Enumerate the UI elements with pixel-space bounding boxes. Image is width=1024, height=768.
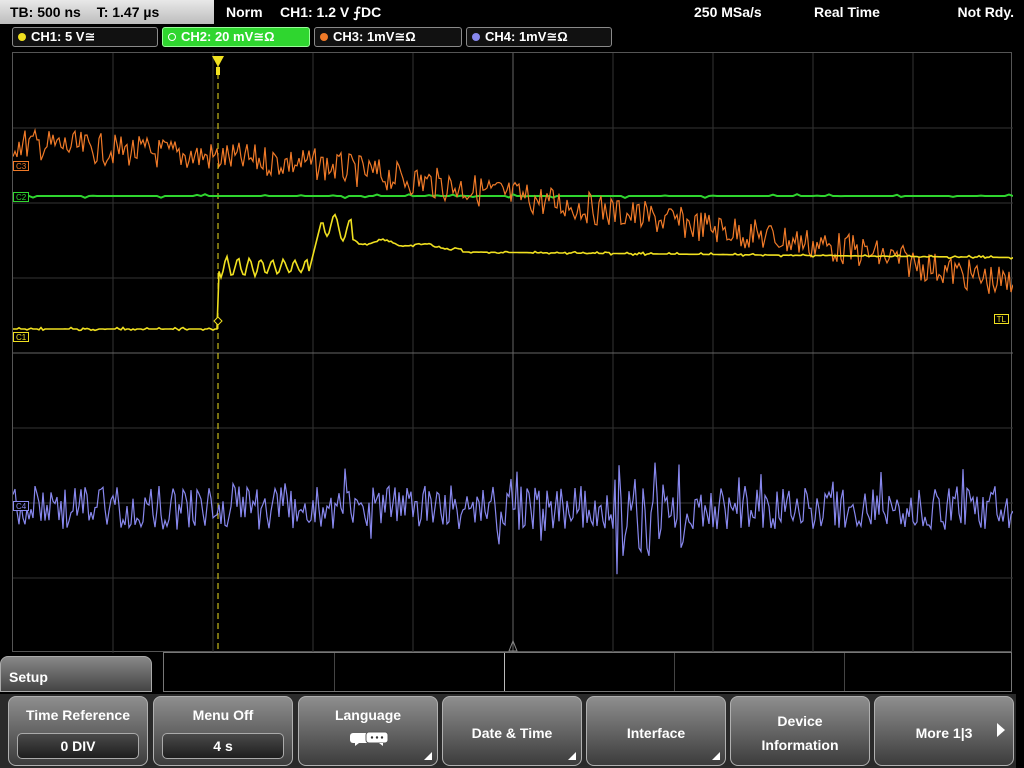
channel-4-label: CH4: 1mV≅Ω xyxy=(485,29,568,44)
menu-off-button[interactable]: Menu Off 4 s xyxy=(153,696,293,766)
date-time-button[interactable]: Date & Time xyxy=(442,696,582,766)
more-label: More 1|3 xyxy=(915,725,973,741)
speech-bubbles-icon xyxy=(350,731,389,746)
channel-1-label: CH1: 5 V≅ xyxy=(31,29,96,44)
acquisition-mode: Real Time xyxy=(814,4,880,20)
trigger-position-icon xyxy=(212,56,224,67)
sample-rate: 250 MSa/s xyxy=(694,4,762,20)
trigger-status: Not Rdy. xyxy=(957,4,1014,20)
channel-2-dot-icon xyxy=(168,33,176,41)
language-button[interactable]: Language xyxy=(298,696,438,766)
channel-3-marker[interactable]: C3 xyxy=(13,161,30,171)
next-page-arrow-icon xyxy=(997,723,1005,737)
strip-divider xyxy=(334,653,335,691)
more-button[interactable]: More 1|3 xyxy=(874,696,1014,766)
channel-4-marker[interactable]: C4 xyxy=(13,501,30,511)
submenu-indicator-icon xyxy=(424,752,432,760)
device-label-line2: Information xyxy=(761,737,839,753)
channel-2-label: CH2: 20 mV≅Ω xyxy=(181,29,275,44)
channel-4-dot-icon xyxy=(472,33,480,41)
time-reference-button[interactable]: Time Reference 0 DIV xyxy=(8,696,148,766)
channel-4-tab[interactable]: CH4: 1mV≅Ω xyxy=(466,27,612,47)
menu-off-label: Menu Off xyxy=(192,707,254,723)
trigger-level-marker[interactable]: TL xyxy=(993,314,1009,324)
channel-1-dot-icon xyxy=(18,33,26,41)
channel-1-marker[interactable]: C1 xyxy=(13,332,30,342)
interface-button[interactable]: Interface xyxy=(586,696,726,766)
strip-divider xyxy=(674,653,675,691)
waveform-plot xyxy=(13,53,1013,653)
device-label-line1: Device xyxy=(777,713,823,729)
channel-1-tab[interactable]: CH1: 5 V≅ xyxy=(12,27,158,47)
menu-title: Setup xyxy=(9,669,48,685)
channel-tabs: CH1: 5 V≅ CH2: 20 mV≅Ω CH3: 1mV≅Ω CH4: 1… xyxy=(0,26,1024,48)
date-time-label: Date & Time xyxy=(471,725,553,741)
time-reference-value: 0 DIV xyxy=(17,733,139,759)
trigger-mode[interactable]: Norm xyxy=(226,0,263,24)
channel-2-tab[interactable]: CH2: 20 mV≅Ω xyxy=(162,27,310,47)
channel-3-tab[interactable]: CH3: 1mV≅Ω xyxy=(314,27,462,47)
menu-title-tab: Setup xyxy=(0,656,152,692)
trigger-time-readout: T: 1.47 µs xyxy=(96,4,160,20)
timebase-box[interactable]: TB: 500 ns T: 1.47 µs xyxy=(0,0,214,24)
time-reference-label: Time Reference xyxy=(25,707,130,723)
graticule xyxy=(13,53,1013,653)
trigger-setting[interactable]: CH1: 1.2 V ⨍DC xyxy=(280,0,381,24)
strip-divider xyxy=(844,653,845,691)
menu-off-value: 4 s xyxy=(162,733,284,759)
timebase-readout: TB: 500 ns xyxy=(10,4,81,20)
device-information-button[interactable]: Device Information xyxy=(730,696,870,766)
channel-2-marker[interactable]: C2 xyxy=(13,192,30,202)
submenu-indicator-icon xyxy=(712,752,720,760)
interface-label: Interface xyxy=(626,725,686,741)
zoom-overview-strip xyxy=(163,652,1012,692)
waveform-display[interactable]: C3 C2 C1 C4 TL xyxy=(12,52,1013,653)
right-edge xyxy=(1016,694,1024,768)
submenu-indicator-icon xyxy=(568,752,576,760)
strip-divider xyxy=(504,653,505,691)
status-bar: TB: 500 ns T: 1.47 µs Norm CH1: 1.2 V ⨍D… xyxy=(0,0,1024,24)
language-label: Language xyxy=(334,707,402,723)
trigger-position-stem xyxy=(216,67,220,75)
softkey-bar: Time Reference 0 DIV Menu Off 4 s Langua… xyxy=(0,694,1024,768)
channel-3-dot-icon xyxy=(320,33,328,41)
channel-3-label: CH3: 1mV≅Ω xyxy=(333,29,416,44)
trigger-point-icon xyxy=(213,316,223,326)
